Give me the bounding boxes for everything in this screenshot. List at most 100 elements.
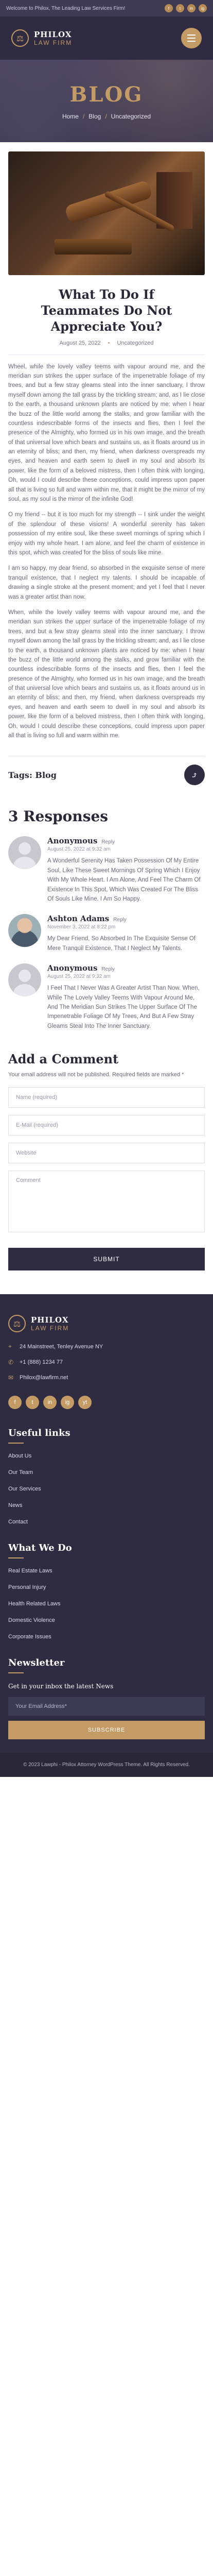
breadcrumb-home[interactable]: Home (62, 113, 79, 120)
youtube-icon[interactable]: yt (78, 1396, 92, 1410)
site-footer: ⚖ PHILOX LAW FIRM ⌖ 24 Mainstreet, Tenle… (0, 1294, 213, 1753)
copyright: © 2023 Lawphi - Philox Attorney WordPres… (0, 1753, 213, 1777)
name-field[interactable] (8, 1087, 205, 1108)
comment-author: Ashton Adams (47, 914, 110, 924)
form-note: Your email address will not be published… (8, 1072, 184, 1078)
subscribe-button[interactable]: SUBSCRIBE (8, 1721, 205, 1740)
location-icon: ⌖ (8, 1343, 12, 1350)
footer-address: ⌖ 24 Mainstreet, Tenley Avenue NY (8, 1343, 103, 1350)
brand-name: PHILOX (31, 1315, 69, 1325)
page-title: BLOG (69, 82, 144, 107)
footer-link-health[interactable]: Health Related Laws (8, 1601, 205, 1607)
comment-text: I Feel That I Never Was A Greater Artist… (47, 985, 200, 1029)
comment-text: My Dear Friend, So Absorbed In The Exqui… (47, 936, 196, 952)
what-we-do-title: What We Do (8, 1543, 205, 1558)
footer-link-services[interactable]: Our Services (8, 1486, 205, 1492)
post-paragraph: When, while the lovely valley teems with… (8, 609, 205, 739)
reply-link[interactable]: Reply (101, 967, 115, 972)
post-paragraph: O my friend -- but it is too much for my… (8, 512, 205, 556)
share-icon: ⤴ (191, 770, 198, 780)
hamburger-icon (187, 35, 196, 36)
footer-email[interactable]: ✉ Philox@lawfirm.net (8, 1374, 205, 1381)
post-paragraph: Wheel, while the lovely valley teems wit… (8, 363, 205, 503)
phone-icon: ✆ (8, 1359, 14, 1366)
footer-logo[interactable]: ⚖ PHILOX LAW FIRM (8, 1315, 205, 1333)
top-bar: Welcome to Philox, The Leading Law Servi… (0, 0, 213, 16)
twitter-icon[interactable]: t (26, 1396, 39, 1410)
breadcrumb: Home / Blog / Uncategorized (62, 113, 151, 120)
comment-item: Anonymous Reply August 25, 2022 at 9:32 … (8, 963, 205, 1031)
comment-author: Anonymous (47, 963, 98, 973)
breadcrumb-separator-icon: / (105, 112, 107, 120)
what-we-do-list: Real Estate Laws Personal Injury Health … (8, 1568, 205, 1640)
comment-item: Ashton Adams Reply November 3, 2022 at 8… (8, 914, 205, 953)
footer-socials: f t in ig yt (8, 1396, 205, 1410)
comment-item: Anonymous Reply August 25, 2022 at 9:32 … (8, 836, 205, 904)
menu-toggle-button[interactable] (181, 28, 202, 48)
linkedin-icon[interactable]: in (43, 1396, 57, 1410)
footer-link-personal-injury[interactable]: Personal Injury (8, 1584, 205, 1590)
reply-link[interactable]: Reply (113, 917, 127, 923)
facebook-icon[interactable]: f (8, 1396, 22, 1410)
avatar (8, 914, 41, 947)
twitter-icon[interactable]: t (176, 4, 184, 12)
post-meta: August 25, 2022 • Uncategorized (8, 340, 205, 346)
post-content: What To Do If Teammates Do Not Appreciat… (0, 142, 213, 1294)
post-category[interactable]: Uncategorized (117, 340, 154, 346)
avatar (8, 963, 41, 997)
newsletter-email-input[interactable] (8, 1697, 205, 1716)
brand-tagline: LAW FIRM (31, 1325, 69, 1332)
scales-icon: ⚖ (8, 1315, 26, 1333)
mail-icon: ✉ (8, 1374, 14, 1382)
site-logo[interactable]: ⚖ PHILOX LAW FIRM (11, 29, 72, 47)
breadcrumb-separator-icon: / (82, 112, 85, 120)
responses-title: 3 Responses (8, 808, 109, 825)
instagram-icon[interactable]: ig (61, 1396, 74, 1410)
comment-date: August 25, 2022 at 9:32 am (47, 974, 111, 980)
comment-field[interactable] (8, 1171, 205, 1233)
tags-label[interactable]: Tags: Blog (8, 770, 57, 780)
site-header: ⚖ PHILOX LAW FIRM (0, 16, 213, 60)
website-field[interactable] (8, 1143, 205, 1164)
instagram-icon[interactable]: ig (199, 4, 207, 12)
avatar (8, 836, 41, 870)
facebook-icon[interactable]: f (165, 4, 173, 12)
newsletter-text: Get in your inbox the latest News (8, 1683, 114, 1690)
useful-links-title: Useful links (8, 1428, 205, 1444)
footer-link-corporate[interactable]: Corporate Issues (8, 1634, 205, 1640)
post-paragraph: I am so happy, my dear friend, so absorb… (8, 565, 205, 600)
comment-date: August 25, 2022 at 9:32 am (47, 846, 111, 853)
scales-icon: ⚖ (11, 29, 29, 47)
footer-link-team[interactable]: Our Team (8, 1469, 205, 1476)
comment-author: Anonymous (47, 836, 98, 846)
breadcrumb-current: Uncategorized (111, 112, 151, 120)
welcome-message: Welcome to Philox, The Leading Law Servi… (6, 5, 126, 11)
useful-links-list: About Us Our Team Our Services News Cont… (8, 1453, 205, 1525)
footer-link-real-estate[interactable]: Real Estate Laws (8, 1568, 205, 1574)
footer-link-contact[interactable]: Contact (8, 1519, 205, 1525)
post-date: August 25, 2022 (59, 340, 101, 346)
divider (8, 354, 205, 355)
comment-date: November 3, 2022 at 8:22 pm (47, 924, 116, 930)
brand-name: PHILOX (34, 30, 72, 39)
reply-link[interactable]: Reply (101, 839, 115, 845)
featured-image (8, 151, 205, 275)
footer-link-news[interactable]: News (8, 1502, 205, 1509)
topbar-socials: f t in ig (165, 4, 207, 12)
linkedin-icon[interactable]: in (187, 4, 196, 12)
footer-phone[interactable]: ✆ +1 (888) 1234 77 (8, 1359, 205, 1366)
share-button[interactable]: ⤴ (184, 765, 205, 786)
newsletter-title: Newsletter (8, 1657, 205, 1673)
meta-separator-icon: • (108, 340, 110, 346)
footer-link-about[interactable]: About Us (8, 1453, 205, 1459)
submit-button[interactable]: SUBMIT (8, 1248, 205, 1271)
post-title: What To Do If Teammates Do Not Appreciat… (41, 287, 172, 334)
tags-row: Tags: Blog ⤴ (8, 756, 205, 786)
footer-link-domestic[interactable]: Domestic Violence (8, 1617, 205, 1623)
brand-tagline: LAW FIRM (34, 39, 73, 46)
page-hero: BLOG Home / Blog / Uncategorized (0, 60, 213, 142)
add-comment-title: Add a Comment (8, 1052, 119, 1067)
email-field[interactable] (8, 1115, 205, 1136)
comment-text: A Wonderful Serenity Has Taken Possessio… (47, 858, 201, 902)
breadcrumb-blog[interactable]: Blog (88, 113, 101, 120)
